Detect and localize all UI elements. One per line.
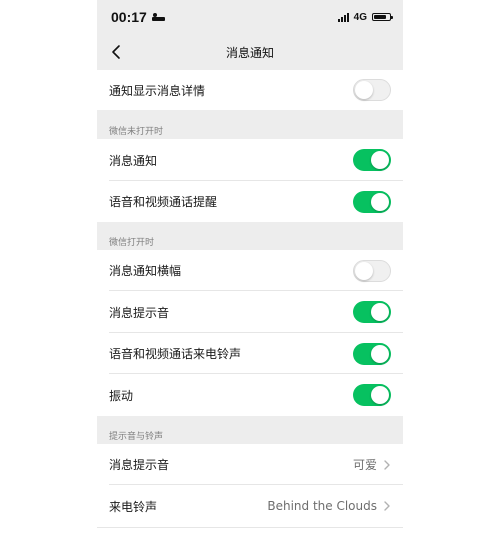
setting-row-alert-sound[interactable]: 消息提示音 可爱 (97, 444, 403, 485)
toggle-knob (371, 344, 389, 363)
battery-icon (372, 13, 393, 21)
section-header-sounds: 提示音与铃声 (109, 432, 164, 442)
page-title: 消息通知 (225, 45, 274, 60)
toggle-knob (371, 386, 389, 404)
setting-label: 语音和视频通话来电铃声 (109, 347, 242, 361)
toggle-knob (371, 303, 389, 321)
setting-row-banner[interactable]: 消息通知横幅 (97, 250, 403, 291)
setting-label: 消息提示音 (109, 458, 170, 472)
setting-row-show-details[interactable]: 通知显示消息详情 (97, 70, 403, 110)
nav-bar: 消息通知 (97, 34, 403, 70)
back-arrow-icon[interactable] (109, 44, 125, 60)
setting-row-message-notify[interactable]: 消息通知 (97, 139, 403, 181)
setting-label: 消息提示音 (109, 305, 170, 320)
setting-row-message-sound[interactable]: 消息提示音 (97, 291, 403, 333)
status-right: 4G (337, 11, 393, 23)
call-reminder-toggle[interactable] (353, 190, 391, 213)
setting-row-call-ringtone[interactable]: 语音和视频通话来电铃声 (97, 333, 403, 374)
chevron-right-icon (384, 459, 390, 470)
setting-label: 通知显示消息详情 (109, 83, 206, 98)
show-details-toggle[interactable] (353, 79, 391, 101)
sleep-mode-icon (151, 13, 165, 21)
setting-label: 消息通知横幅 (109, 264, 182, 278)
toggle-knob (355, 81, 373, 99)
banner-toggle[interactable] (353, 259, 391, 282)
status-time: 00:17 (111, 9, 147, 25)
chevron-right-icon (384, 501, 390, 511)
ringtone-value: Behind the Clouds (267, 499, 377, 513)
status-time-group: 00:17 (111, 9, 165, 25)
toggle-knob (355, 261, 373, 280)
setting-label: 振动 (109, 388, 134, 403)
section-header-wechat-closed: 微信未打开时 (109, 127, 164, 137)
message-notify-toggle[interactable] (353, 149, 391, 171)
toggle-knob (371, 151, 389, 169)
phone-screen: 00:17 4G 消息通知 通知显示消息详情 微信未打开时 消息通知 语音和视频… (97, 0, 403, 533)
setting-label: 来电铃声 (109, 499, 158, 514)
setting-row-call-reminder[interactable]: 语音和视频通话提醒 (97, 181, 403, 222)
status-bar: 00:17 4G (97, 0, 403, 34)
setting-row-next (97, 527, 403, 533)
signal-icon (337, 12, 349, 22)
call-ringtone-toggle[interactable] (353, 342, 391, 365)
alert-sound-value: 可爱 (352, 458, 377, 472)
section-header-wechat-open: 微信打开时 (109, 238, 155, 248)
setting-row-vibrate[interactable]: 振动 (97, 374, 403, 416)
setting-row-ringtone[interactable]: 来电铃声 Behind the Clouds (97, 485, 403, 527)
message-sound-toggle[interactable] (353, 301, 391, 323)
setting-label: 语音和视频通话提醒 (109, 195, 218, 209)
toggle-knob (371, 192, 389, 211)
vibrate-toggle[interactable] (353, 384, 391, 406)
network-label: 4G (353, 11, 367, 23)
setting-label: 消息通知 (109, 153, 158, 168)
